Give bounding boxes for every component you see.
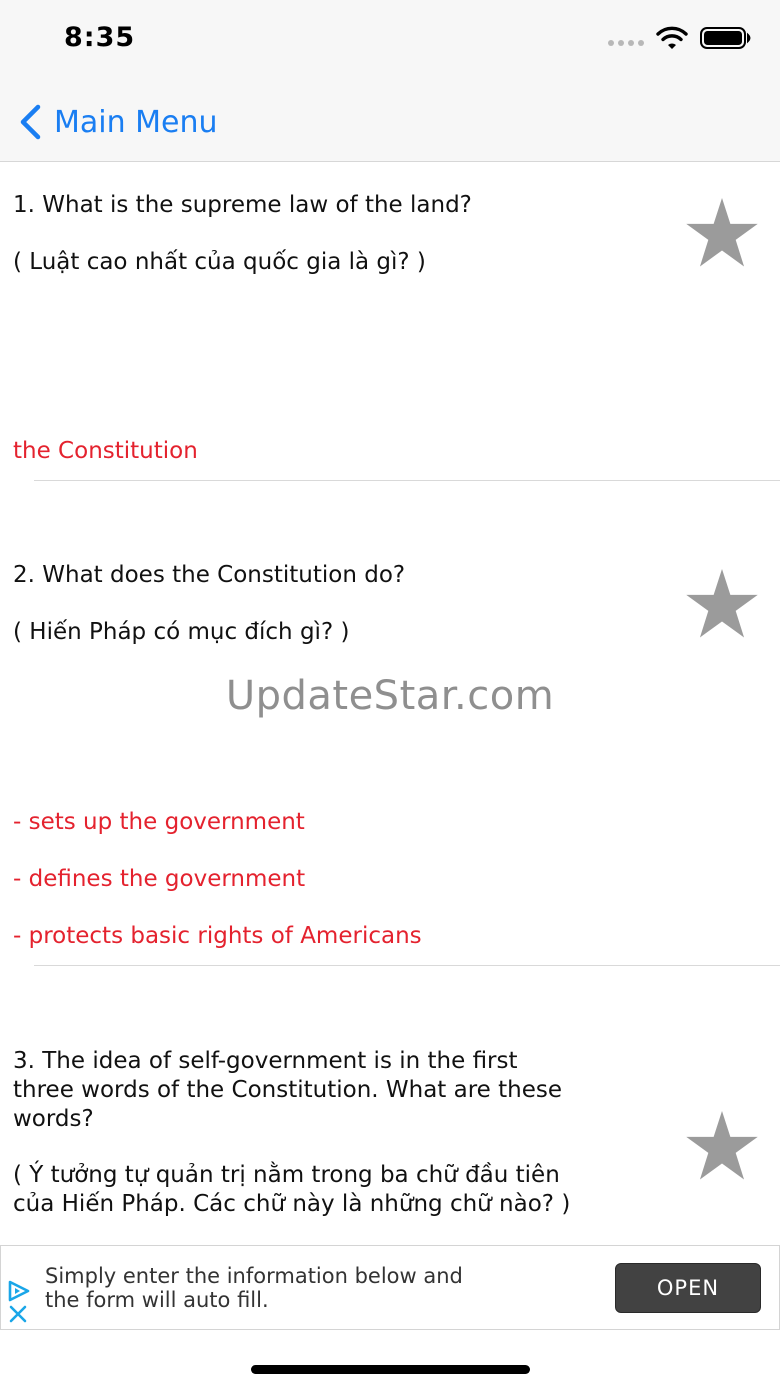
cellular-dots-icon [608, 40, 644, 46]
answer-line: - protects basic rights of Americans [13, 923, 422, 949]
question-english: 2. What does the Constitution do? [13, 562, 406, 588]
question-english: 1. What is the supreme law of the land? [13, 192, 472, 218]
watermark: UpdateStar.com [225, 673, 555, 719]
status-time: 8:35 [64, 22, 136, 53]
wifi-icon [656, 26, 688, 49]
back-button[interactable]: Main Menu [16, 102, 218, 142]
question-vietnamese: ( Luật cao nhất của quốc gia là gì? ) [13, 249, 426, 275]
question-english: 3. The idea of self-government is in the… [13, 1048, 563, 1132]
answer-line: - defines the government [13, 866, 306, 892]
question-item: 1. What is the supreme law of the land? … [0, 163, 780, 481]
navigation-bar: Main Menu [0, 80, 780, 162]
ad-choices-icon[interactable] [7, 1280, 31, 1302]
question-item: 2. What does the Constitution do? ( Hiến… [0, 481, 780, 966]
ad-open-button[interactable]: OPEN [615, 1263, 761, 1313]
favorite-star-icon[interactable] [684, 566, 760, 642]
answer-line: the Constitution [13, 438, 198, 464]
chevron-left-icon [20, 104, 41, 140]
favorite-star-icon[interactable] [684, 195, 760, 271]
battery-icon [700, 27, 751, 49]
status-icons [608, 26, 752, 50]
back-label: Main Menu [54, 104, 218, 140]
question-list[interactable]: 1. What is the supreme law of the land? … [0, 163, 780, 1245]
status-bar: 8:35 [0, 0, 780, 80]
favorite-star-icon[interactable] [684, 1108, 760, 1184]
home-indicator[interactable] [251, 1365, 530, 1374]
question-vietnamese: ( Hiến Pháp có mục đích gì? ) [13, 619, 350, 645]
question-item: 3. The idea of self-government is in the… [0, 966, 780, 1245]
ad-text: Simply enter the information below and t… [45, 1264, 463, 1312]
question-vietnamese: ( Ý tưởng tự quản trị nằm trong ba chữ đ… [13, 1162, 571, 1217]
ad-close-icon[interactable] [8, 1304, 28, 1324]
answer-line: - sets up the government [13, 809, 305, 835]
home-area [0, 1330, 780, 1387]
ad-banner[interactable]: Simply enter the information below and t… [0, 1245, 780, 1330]
